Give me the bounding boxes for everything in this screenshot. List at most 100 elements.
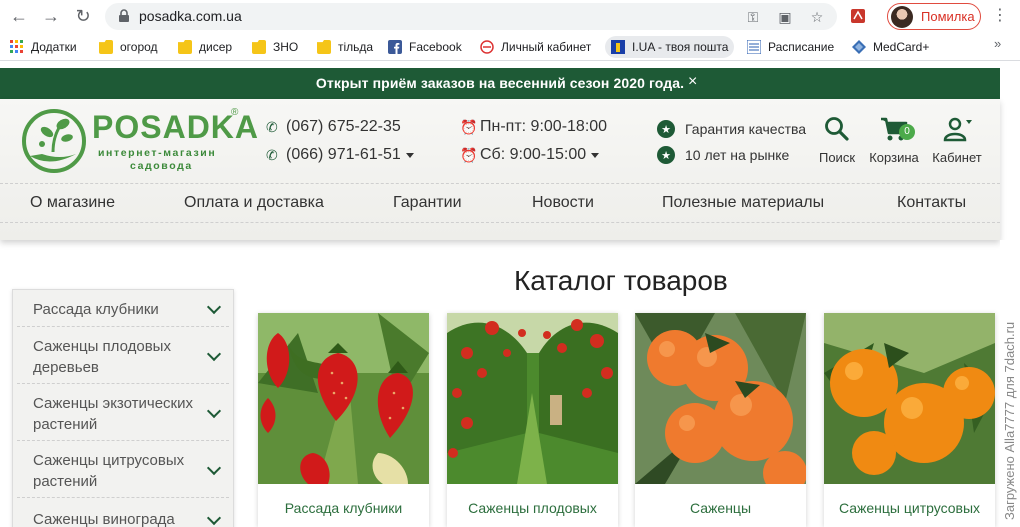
- hours-weekdays: ⏰ Пн-пт: 9:00-18:00: [460, 118, 607, 136]
- bookmark-label: огород: [120, 40, 158, 54]
- address-bar[interactable]: posadka.com.ua ⚿ ▣ ☆: [105, 3, 837, 30]
- sidebar-item-label: Рассада клубники: [33, 301, 159, 318]
- phone-secondary-text: (066) 971-61-51: [286, 146, 401, 163]
- bookmark-ogorod[interactable]: огород: [99, 36, 158, 58]
- cart-count-badge: 0: [899, 124, 915, 140]
- cabinet-icon: [480, 40, 494, 54]
- bookmark-label: ЗНО: [273, 40, 299, 54]
- blocked-cookies-icon[interactable]: ⚿: [743, 7, 763, 27]
- nav-useful-materials[interactable]: Полезные материалы: [662, 194, 824, 212]
- url-text: posadka.com.ua: [139, 8, 242, 24]
- product-card-title: Саженцы: [689, 500, 752, 516]
- product-card-fruit-trees[interactable]: Саженцы плодовых: [447, 313, 618, 527]
- bookmark-label: Додатки: [31, 40, 77, 54]
- folder-icon: [317, 40, 331, 54]
- avatar: [891, 6, 913, 28]
- watermark-text: Загружено Alla7777 для 7dach.ru: [1002, 321, 1017, 520]
- alarm-clock-icon: ⏰: [460, 119, 478, 135]
- cabinet-button[interactable]: Кабинет: [922, 114, 992, 170]
- bookmark-label: Личный кабинет: [501, 40, 592, 54]
- bookmark-label: Facebook: [409, 40, 462, 54]
- product-card-title: Саженцы цитрусовых: [838, 500, 981, 516]
- back-icon[interactable]: ←: [6, 4, 32, 28]
- bookmark-medcard[interactable]: MedCard+: [852, 36, 929, 58]
- hours-weekdays-text: Пн-пт: 9:00-18:00: [480, 118, 608, 135]
- nav-guarantees[interactable]: Гарантии: [393, 194, 462, 212]
- chevron-down-icon: [405, 152, 414, 158]
- star-badge-icon: ★: [657, 146, 675, 164]
- star-badge-icon: ★: [657, 120, 675, 138]
- season-notice-bar: Открыт приём заказов на весенний сезон 2…: [0, 68, 1000, 99]
- bookmarks-overflow-icon[interactable]: »: [994, 36, 1001, 51]
- folder-icon: [252, 40, 266, 54]
- sidebar-item-citrus[interactable]: Саженцы цитрусовых растений: [17, 441, 229, 498]
- sidebar-item-label: Саженцы экзотических растений: [33, 395, 193, 433]
- orchard-photo: [447, 313, 618, 484]
- catalog-title: Каталог товаров: [514, 265, 728, 296]
- bookmark-apps[interactable]: Додатки: [10, 36, 77, 58]
- nav-payment-delivery[interactable]: Оплата и доставка: [184, 194, 324, 212]
- sidebar-item-fruit-trees[interactable]: Саженцы плодовых деревьев: [17, 327, 229, 384]
- translate-icon[interactable]: ▣: [775, 7, 795, 27]
- bookmark-iua[interactable]: I.UA - твоя пошта: [605, 36, 735, 58]
- season-notice-text: Открыт приём заказов на весенний сезон 2…: [315, 75, 685, 91]
- sidebar-item-grapes[interactable]: Саженцы винограда: [17, 498, 229, 527]
- nav-about[interactable]: О магазине: [30, 194, 115, 212]
- site-header: POSADKA ® интернет-магазин садовода ✆ (0…: [0, 99, 1000, 240]
- sidebar-item-label: Саженцы плодовых деревьев: [33, 338, 171, 376]
- bookmark-facebook[interactable]: Facebook: [388, 36, 462, 58]
- cart-label: Корзина: [869, 150, 919, 165]
- logo-tagline-line1: интернет-магазин: [98, 147, 217, 159]
- alarm-clock-icon: ⏰: [460, 147, 478, 163]
- logo-tagline-line2: садовода: [130, 160, 193, 172]
- bookmark-diser[interactable]: дисер: [178, 36, 232, 58]
- pdf-extension-icon[interactable]: [848, 6, 868, 26]
- lock-icon: [119, 9, 129, 22]
- product-card-citrus[interactable]: Саженцы цитрусовых: [824, 313, 995, 527]
- user-account-icon: [943, 117, 972, 142]
- cart-button[interactable]: 0 Корзина: [859, 114, 929, 170]
- chevron-down-icon: [206, 299, 222, 315]
- nav-contacts[interactable]: Контакты: [897, 194, 966, 212]
- search-icon: [825, 117, 849, 141]
- profile-button[interactable]: Помилка: [887, 3, 981, 30]
- product-card-strawberry[interactable]: Рассада клубники: [258, 313, 429, 527]
- bookmark-label: Расписание: [768, 40, 835, 54]
- bookmark-label: тільда: [338, 40, 374, 54]
- product-card-exotic[interactable]: Саженцы: [635, 313, 806, 527]
- sidebar-item-label: Саженцы винограда: [33, 511, 175, 527]
- sidebar-item-strawberry[interactable]: Рассада клубники: [17, 290, 229, 327]
- logo-leaf-icon[interactable]: [20, 108, 90, 174]
- bookmark-zno[interactable]: ЗНО: [252, 36, 298, 58]
- chevron-down-icon: [591, 152, 600, 158]
- page: ← → ↻ posadka.com.ua ⚿ ▣ ☆ Помилка ⋮ Дод…: [0, 0, 1020, 527]
- phone-primary[interactable]: ✆ (067) 675-22-35: [266, 118, 401, 136]
- bookmark-cabinet[interactable]: Личный кабинет: [480, 36, 591, 58]
- medcard-icon: [852, 40, 866, 54]
- bookmark-star-icon[interactable]: ☆: [807, 7, 827, 27]
- schedule-icon: [747, 40, 761, 54]
- years-on-market-text: 10 лет на рынке: [685, 147, 790, 163]
- forward-icon[interactable]: →: [38, 4, 64, 28]
- sidebar-item-exotic[interactable]: Саженцы экзотических растений: [17, 384, 229, 441]
- phone-icon: ✆: [266, 147, 278, 163]
- bookmark-tilda[interactable]: тільда: [317, 36, 373, 58]
- sidebar-item-label: Саженцы цитрусовых растений: [33, 452, 185, 490]
- watermark: Загружено Alla7777 для 7dach.ru: [1000, 240, 1020, 527]
- reload-icon[interactable]: ↻: [70, 4, 96, 28]
- persimmon-photo: [635, 313, 806, 484]
- category-sidebar: Рассада клубники Саженцы плодовых деревь…: [12, 289, 234, 527]
- years-on-market: ★ 10 лет на рынке: [657, 146, 789, 164]
- close-icon[interactable]: ×: [688, 73, 697, 91]
- page-gutter: [1000, 61, 1020, 240]
- browser-menu-icon[interactable]: ⋮: [992, 5, 1008, 27]
- apps-grid-icon: [10, 40, 23, 53]
- phone-secondary-dropdown[interactable]: ✆ (066) 971-61-51: [266, 146, 414, 164]
- browser-toolbar: ← → ↻ posadka.com.ua ⚿ ▣ ☆ Помилка ⋮: [0, 0, 1020, 33]
- nav-news[interactable]: Новости: [532, 194, 594, 212]
- hours-saturday-dropdown[interactable]: ⏰ Сб: 9:00-15:00: [460, 146, 600, 164]
- chevron-down-icon: [206, 346, 222, 362]
- bookmark-schedule[interactable]: Расписание: [747, 36, 834, 58]
- product-card-title: Рассада клубники: [284, 500, 403, 516]
- facebook-icon: [388, 40, 402, 54]
